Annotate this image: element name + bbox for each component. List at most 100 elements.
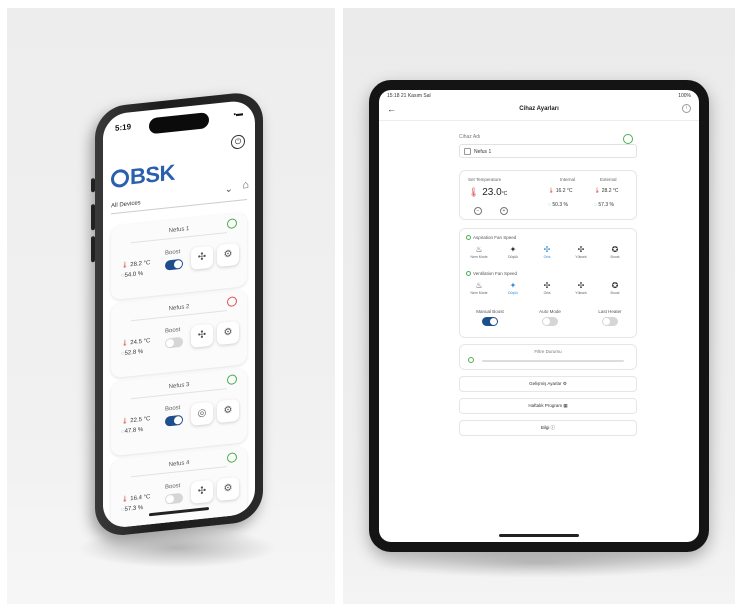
settings-menu-item[interactable]: Bilgi ⓘ	[459, 420, 637, 436]
humidity-reading: ◌47.8 %	[121, 424, 150, 437]
switch-label: Auto Mode	[539, 309, 561, 314]
filter-status-card: Filtre Durumu	[459, 344, 637, 370]
fan-mode-option[interactable]: ✦ Düşük	[498, 245, 528, 259]
fan-mode-label: Boost	[610, 255, 620, 259]
tablet-screen: 15:18 21 Kasım Sal 100% ← Cihaz Ayarları…	[379, 90, 699, 542]
fan-mode-button[interactable]: ✣	[191, 323, 213, 348]
device-power-icon[interactable]	[227, 296, 237, 308]
device-card-list: Nefus 1 🌡 28.2 °C ◌54.0 % Boost ✣ ⚙ Nefus 2 🌡 2…	[103, 99, 255, 530]
fan-mode-icon: ♨	[475, 245, 483, 254]
fan-mode-label: Yüksek	[575, 255, 587, 259]
device-name-field[interactable]: Nefus 1	[459, 144, 637, 158]
switch-label: Manual Boost	[476, 309, 504, 314]
settings-menu-item[interactable]: Gelişmiş Ayarlar ⚙	[459, 376, 637, 392]
device-card[interactable]: Nefus 1 🌡 28.2 °C ◌54.0 % Boost ✣ ⚙	[111, 212, 247, 301]
home-icon[interactable]: ⌂	[242, 179, 249, 192]
device-card[interactable]: Nefus 3 🌡 22.5 °C ◌47.8 % Boost ◎ ⚙	[111, 368, 247, 457]
fan-mode-button[interactable]: ◎	[191, 401, 213, 426]
device-power-icon[interactable]	[227, 374, 237, 386]
temperature-value: 28.2 °C	[130, 260, 151, 269]
droplet-icon: ◌	[594, 202, 597, 208]
fan-mode-option[interactable]: ✪ Boost	[600, 245, 630, 259]
settings-menu-label: Haftalık Program	[528, 403, 563, 408]
phone-clock: 5:19	[115, 122, 132, 133]
device-power-icon[interactable]	[227, 218, 237, 230]
fan-mode-icon: ✣	[577, 245, 585, 254]
thermometer-icon: 🌡	[121, 262, 131, 270]
aspiration-fan-speed-label: Aspiration Fan Speed	[466, 235, 516, 240]
temperature-decrease-button[interactable]: −	[474, 207, 482, 215]
boost-label: Boost	[165, 405, 181, 413]
chevron-down-icon[interactable]: ⌄	[225, 183, 233, 195]
device-power-icon[interactable]	[227, 452, 237, 464]
fan-mode-button[interactable]: ✣	[191, 479, 213, 504]
product-showcase: 5:19 ▪▬ ⏻ BSK All Devices ⌄ ⌂ Nefus 1 🌡 2…	[0, 0, 739, 608]
fan-check-icon	[466, 271, 471, 276]
internal-temperature: 🌡 16.2 °C	[548, 188, 572, 194]
thermometer-icon: 🌡	[594, 188, 601, 194]
fan-mode-option[interactable]: ✣ Orta	[532, 281, 562, 295]
bsk-logo: BSK	[111, 160, 175, 193]
external-humidity-value: 57.3 %	[598, 202, 614, 208]
toggle-knob	[490, 318, 497, 325]
external-temperature: 🌡 28.2 °C	[594, 188, 618, 194]
boost-label: Boost	[165, 249, 181, 257]
fan-mode-button[interactable]: ✣	[191, 245, 213, 270]
fan-mode-label: Yüksek	[575, 291, 587, 295]
boost-toggle[interactable]	[165, 492, 183, 505]
boost-toggle[interactable]	[165, 258, 183, 271]
fan-mode-option[interactable]: ✦ Düşük	[498, 281, 528, 295]
toggle-knob	[543, 318, 550, 325]
temperature-value: 22.5 °C	[130, 416, 151, 425]
fan-mode-option[interactable]: ♨ Nem Mode	[464, 245, 494, 259]
internal-humidity-value: 50.3 %	[552, 202, 568, 208]
fan-mode-icon: ✪	[611, 245, 619, 254]
tablet-shadow	[373, 548, 703, 578]
device-card[interactable]: Nefus 4 🌡 16.4 °C ◌57.3 % Boost ✣ ⚙	[111, 446, 247, 530]
settings-gear-button[interactable]: ⚙	[217, 476, 239, 502]
internal-label: Internal	[560, 177, 576, 182]
boost-toggle[interactable]	[165, 414, 183, 427]
thermometer-icon: 🌡	[121, 418, 131, 426]
phone-panel: 5:19 ▪▬ ⏻ BSK All Devices ⌄ ⌂ Nefus 1 🌡 2…	[7, 8, 335, 604]
boost-label: Boost	[165, 483, 181, 491]
fan-mode-icon: ✪	[611, 281, 619, 290]
device-card[interactable]: Nefus 2 🌡 24.5 °C ◌52.8 % Boost ✣ ⚙	[111, 290, 247, 379]
temperature-increase-button[interactable]: +	[500, 207, 508, 215]
info-icon[interactable]: i	[682, 104, 691, 113]
device-power-icon[interactable]	[623, 134, 633, 144]
external-humidity: ◌ 57.3 %	[594, 202, 614, 208]
fan-mode-option[interactable]: ✪ Boost	[600, 281, 630, 295]
settings-menu-item[interactable]: Haftalık Program ▦	[459, 398, 637, 414]
logout-power-icon[interactable]: ⏻	[231, 134, 245, 150]
fan-mode-icon: ♨	[475, 281, 483, 290]
fan-mode-option[interactable]: ✣ Orta	[532, 245, 562, 259]
boost-toggle[interactable]	[165, 336, 183, 349]
device-readings: 🌡 16.4 °C ◌57.3 %	[121, 492, 150, 515]
internal-temperature-value: 16.2 °C	[555, 188, 573, 194]
device-name-value: Nefus 1	[474, 149, 492, 155]
fan-mode-option[interactable]: ✣ Yüksek	[566, 281, 596, 295]
phone-frame: 5:19 ▪▬ ⏻ BSK All Devices ⌄ ⌂ Nefus 1 🌡 2…	[95, 90, 263, 538]
filter-icon	[468, 357, 474, 363]
fan-mode-option[interactable]: ✣ Yüksek	[566, 245, 596, 259]
settings-gear-button[interactable]: ⚙	[217, 242, 239, 268]
toggle-knob	[603, 318, 610, 325]
device-readings: 🌡 28.2 °C ◌54.0 %	[121, 258, 150, 281]
fan-mode-label: Orta	[543, 291, 551, 295]
fan-check-icon	[466, 235, 471, 240]
aspiration-fan-speed-text: Aspiration Fan Speed	[473, 235, 517, 240]
filter-status-label: Filtre Durumu	[534, 349, 562, 354]
settings-menu-icon: ▦	[563, 403, 568, 408]
temperature-value: 24.5 °C	[130, 338, 151, 347]
toggle-switch[interactable]	[482, 317, 498, 326]
fan-mode-option[interactable]: ♨ Nem Mode	[464, 281, 494, 295]
filter-progress-bar	[482, 360, 624, 362]
toggle-switch[interactable]	[542, 317, 558, 326]
toggle-switch[interactable]	[602, 317, 618, 326]
fan-mode-label: Orta	[543, 255, 551, 259]
settings-gear-button[interactable]: ⚙	[217, 320, 239, 346]
set-temperature-number: 23.0	[482, 187, 502, 198]
settings-gear-button[interactable]: ⚙	[217, 398, 239, 424]
external-temperature-value: 28.2 °C	[601, 188, 619, 194]
